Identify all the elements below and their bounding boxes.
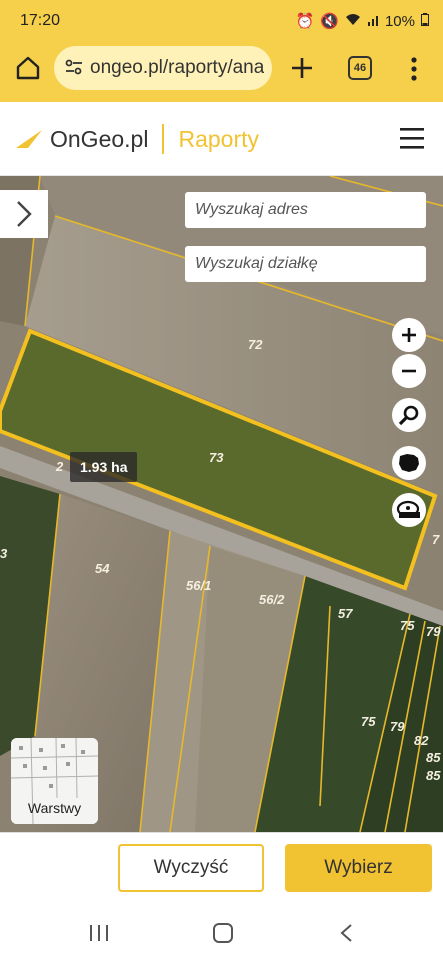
zoom-in-button[interactable]: [392, 318, 426, 352]
more-menu-icon[interactable]: [404, 56, 424, 82]
parcel-label: 79: [426, 624, 441, 639]
magnifier-icon: [398, 405, 419, 426]
layers-button[interactable]: Warstwy: [11, 738, 98, 824]
parcel-label: 85: [426, 750, 441, 765]
search-map-button[interactable]: [392, 398, 426, 432]
parcel-label: 82: [414, 733, 429, 748]
wifi-icon: [345, 13, 361, 30]
search-parcel-input[interactable]: [185, 246, 426, 282]
brand-name: OnGeo.pl: [50, 125, 149, 152]
battery-level: 10%: [384, 12, 415, 30]
home-nav-icon: [213, 923, 233, 943]
home-icon[interactable]: [14, 54, 42, 82]
parcel-label: 54: [95, 561, 110, 576]
logo[interactable]: OnGeo.pl Raporty: [16, 124, 259, 154]
minus-icon: [402, 369, 416, 373]
url-text: ongeo.pl/raporty/ana: [90, 57, 264, 78]
parcel-label: 85: [426, 768, 441, 783]
logo-mark-icon: [16, 128, 42, 150]
choose-button[interactable]: Wybierz: [285, 844, 432, 892]
parcel-label: 2: [56, 459, 64, 474]
parcel-label: 75: [361, 714, 376, 729]
logo-divider: [162, 124, 165, 154]
parcel-label: 7: [432, 532, 440, 547]
address-bar[interactable]: ongeo.pl/raporty/ana: [54, 46, 272, 90]
poland-map-icon: [399, 454, 419, 472]
search-address-input[interactable]: [185, 192, 426, 228]
parcel-label: 73: [209, 450, 224, 465]
hamburger-menu-icon[interactable]: [398, 126, 426, 150]
status-time: 17:20: [20, 12, 61, 29]
measure-button[interactable]: [392, 493, 426, 527]
zoom-out-button[interactable]: [392, 354, 426, 388]
parcel-label: 3: [0, 546, 8, 561]
site-settings-icon[interactable]: [64, 57, 84, 77]
new-tab-icon[interactable]: [288, 54, 316, 82]
recent-apps-icon: [90, 925, 108, 941]
parcel-label: 56/1: [186, 578, 212, 593]
system-nav-bar: [0, 904, 443, 960]
plus-icon: [402, 328, 416, 342]
alarm-icon: ⏰: [295, 13, 315, 30]
parcel-label: 79: [390, 719, 405, 734]
chevron-right-icon: [17, 201, 32, 227]
parcel-label: 75: [400, 618, 415, 633]
mute-icon: 🔇: [320, 13, 339, 30]
back-nav-icon: [340, 924, 352, 942]
clear-button[interactable]: Wyczyść: [118, 844, 264, 892]
tape-measure-icon: [396, 500, 420, 518]
parcel-label: 57: [338, 606, 353, 621]
section-name: Raporty: [178, 125, 259, 152]
battery-icon: [421, 12, 429, 30]
status-icons: ⏰ 🔇 10%: [296, 12, 429, 30]
area-measurement-label: 1.93 ha: [70, 452, 138, 482]
parcel-label: 72: [248, 337, 263, 352]
parcel-label: 56/2: [259, 592, 285, 607]
expand-panel-button[interactable]: [0, 190, 48, 238]
signal-icon: [367, 13, 379, 30]
tabs-counter-button[interactable]: 46: [348, 56, 372, 80]
layers-label: Warstwy: [27, 800, 82, 816]
country-view-button[interactable]: [392, 446, 426, 480]
